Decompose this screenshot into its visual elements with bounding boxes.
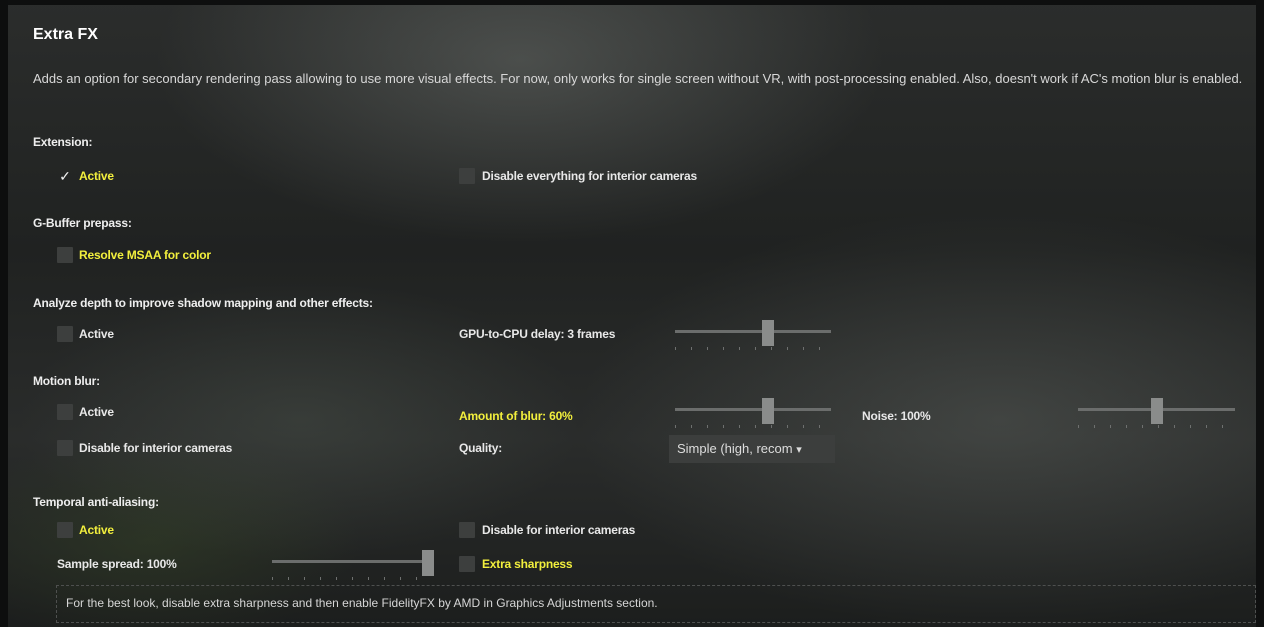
checkmark-icon: ✓ xyxy=(59,168,71,184)
slider-thumb[interactable] xyxy=(762,398,774,424)
gpu-cpu-delay-slider[interactable] xyxy=(675,320,831,354)
extension-active-label[interactable]: Active xyxy=(79,169,114,183)
left-border xyxy=(0,0,8,627)
depth-active-label[interactable]: Active xyxy=(79,327,114,341)
sample-spread-slider[interactable] xyxy=(272,550,434,584)
extension-active-checkbox[interactable]: ✓ xyxy=(57,168,73,184)
noise-label: Noise: 100% xyxy=(862,409,931,423)
section-description: Adds an option for secondary rendering p… xyxy=(33,71,1243,86)
motion-blur-heading: Motion blur: xyxy=(33,374,100,388)
slider-track xyxy=(675,330,831,333)
gpu-cpu-delay-label: GPU-to-CPU delay: 3 frames xyxy=(459,327,616,341)
tip-box: For the best look, disable extra sharpne… xyxy=(56,585,1256,623)
extension-heading: Extension: xyxy=(33,135,93,149)
tip-text: For the best look, disable extra sharpne… xyxy=(66,596,658,610)
extra-sharpness-checkbox[interactable] xyxy=(459,556,475,572)
slider-ticks xyxy=(675,425,831,428)
extension-disable-interior-checkbox[interactable] xyxy=(459,168,475,184)
amount-of-blur-slider[interactable] xyxy=(675,398,831,432)
slider-track xyxy=(272,560,428,563)
quality-dropdown-value: Simple (high, recom xyxy=(677,441,793,456)
slider-track xyxy=(675,408,831,411)
amount-of-blur-label: Amount of blur: 60% xyxy=(459,409,573,423)
motion-blur-active-label[interactable]: Active xyxy=(79,405,114,419)
depth-active-checkbox[interactable] xyxy=(57,326,73,342)
taa-disable-interior-checkbox[interactable] xyxy=(459,522,475,538)
page-title: Extra FX xyxy=(33,26,98,43)
taa-heading: Temporal anti-aliasing: xyxy=(33,495,159,509)
resolve-msaa-label[interactable]: Resolve MSAA for color xyxy=(79,248,211,262)
quality-dropdown[interactable]: Simple (high, recom ▾ xyxy=(669,435,835,463)
slider-ticks xyxy=(272,577,428,580)
taa-disable-interior-label[interactable]: Disable for interior cameras xyxy=(482,523,635,537)
slider-thumb[interactable] xyxy=(422,550,434,576)
slider-thumb[interactable] xyxy=(762,320,774,346)
extra-sharpness-label[interactable]: Extra sharpness xyxy=(482,557,573,571)
slider-ticks xyxy=(675,347,831,350)
motion-blur-active-checkbox[interactable] xyxy=(57,404,73,420)
slider-thumb[interactable] xyxy=(1151,398,1163,424)
motion-blur-disable-interior-checkbox[interactable] xyxy=(57,440,73,456)
right-border xyxy=(1256,0,1264,627)
sample-spread-label: Sample spread: 100% xyxy=(57,557,177,571)
taa-active-label[interactable]: Active xyxy=(79,523,114,537)
top-border xyxy=(0,0,1264,5)
extension-disable-interior-label[interactable]: Disable everything for interior cameras xyxy=(482,169,697,183)
gbuffer-heading: G-Buffer prepass: xyxy=(33,216,132,230)
chevron-down-icon: ▾ xyxy=(796,444,802,456)
noise-slider[interactable] xyxy=(1078,398,1235,432)
slider-ticks xyxy=(1078,425,1235,428)
motion-blur-disable-interior-label[interactable]: Disable for interior cameras xyxy=(79,441,232,455)
quality-label: Quality: xyxy=(459,441,503,455)
taa-active-checkbox[interactable] xyxy=(57,522,73,538)
depth-heading: Analyze depth to improve shadow mapping … xyxy=(33,296,373,310)
resolve-msaa-checkbox[interactable] xyxy=(57,247,73,263)
